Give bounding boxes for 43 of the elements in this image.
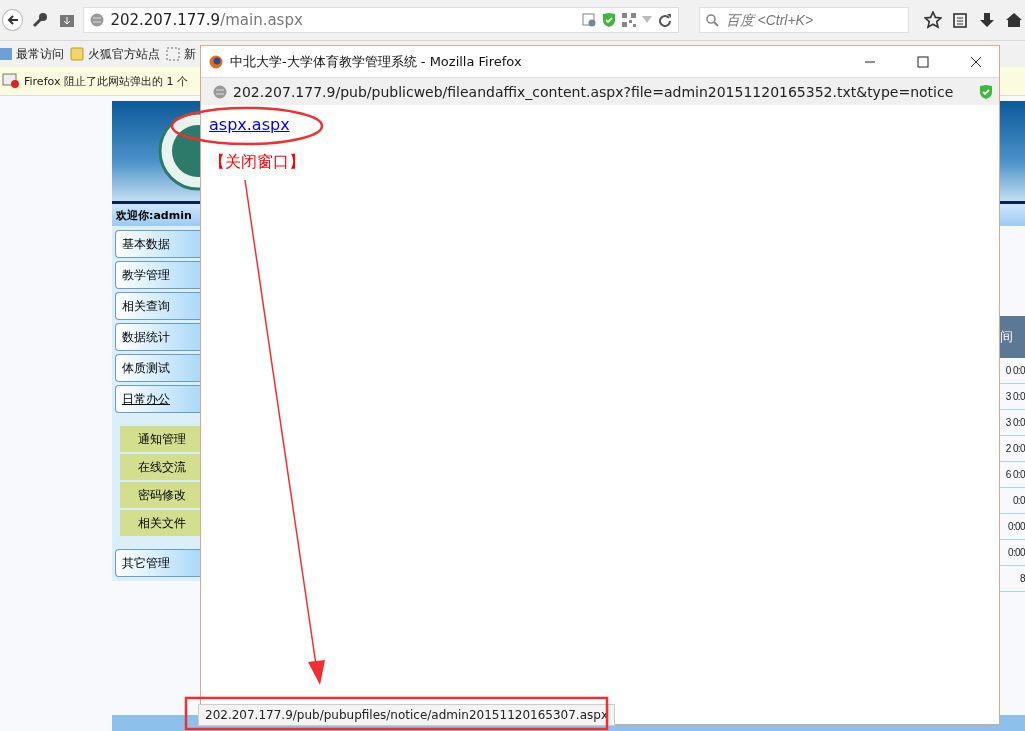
back-button[interactable]: [2, 9, 24, 31]
popup-url: 202.207.177.9/pub/publicweb/fileandaffix_content.aspx?file=admin20151120165352.txt&type=notice: [233, 83, 955, 100]
shield-icon: [601, 12, 616, 28]
arrow-left-icon: [6, 14, 19, 26]
bookmark-label[interactable]: 新: [184, 45, 196, 63]
menu-item[interactable]: 体质测试: [115, 354, 203, 382]
maximize-icon: [917, 55, 929, 68]
page-icon: [166, 47, 180, 61]
qr-code-icon[interactable]: [621, 13, 636, 27]
menu-item[interactable]: 相关查询: [115, 292, 203, 320]
submenu-item[interactable]: 密码修改: [120, 482, 203, 508]
menu-item[interactable]: 日常办公: [115, 385, 203, 413]
firefox-icon: [209, 54, 223, 69]
bookmark-label[interactable]: 最常访问: [16, 45, 64, 63]
status-url: 202.207.177.9/pub/pubupfiles/notice/admin20151120165307.aspx: [198, 704, 615, 726]
blocked-popup-icon: [2, 73, 20, 89]
folder-icon: [70, 47, 84, 61]
search-field[interactable]: 百度 <Ctrl+K>: [698, 7, 909, 33]
window-title: 中北大学-大学体育教学管理系统 - Mozilla Firefox: [230, 52, 523, 71]
url-host: 202.207.177.9: [110, 11, 221, 29]
url-path: /main.aspx: [220, 11, 303, 29]
submenu-item[interactable]: 相关文件: [120, 510, 203, 536]
menu-item[interactable]: 基本数据: [115, 230, 203, 258]
menu-item[interactable]: 其它管理: [115, 549, 203, 577]
column-header: 间: [1000, 316, 1025, 358]
menu-item[interactable]: 教学管理: [115, 261, 203, 289]
submenu-item[interactable]: 在线交流: [120, 454, 203, 480]
notification-text: Firefox 阻止了此网站弹出的 1 个: [24, 73, 188, 89]
bookmark-label[interactable]: 火狐官方站点: [88, 45, 160, 63]
shield-icon: [979, 83, 993, 100]
star-icon[interactable]: [922, 9, 944, 31]
popup-address-bar[interactable]: 202.207.177.9/pub/publicweb/fileandaffix_content.aspx?file=admin20151120165352.txt&type=notice: [201, 77, 999, 105]
reader-icon[interactable]: [581, 13, 596, 27]
close-icon: [970, 55, 982, 68]
reload-icon[interactable]: [657, 13, 672, 27]
close-window-link[interactable]: 【关闭窗口】: [209, 152, 305, 173]
globe-icon: [213, 84, 227, 99]
submenu-item[interactable]: 通知管理: [120, 426, 203, 452]
file-link[interactable]: aspx.aspx: [209, 115, 290, 134]
bookmark-icon: [0, 47, 12, 61]
globe-icon: [90, 13, 105, 27]
address-bar[interactable]: 202.207.177.9/main.aspx: [83, 7, 679, 33]
menu-item[interactable]: 数据统计: [115, 323, 203, 351]
